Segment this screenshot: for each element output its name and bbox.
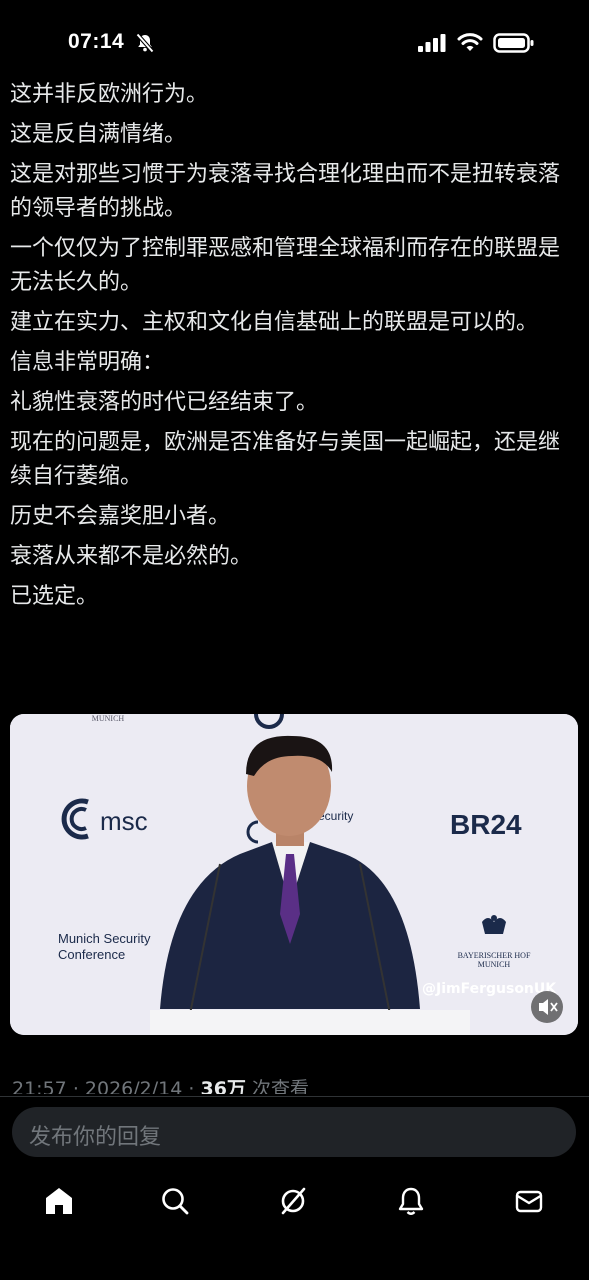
post-paragraph: 一个仅仅为了控制罪恶感和管理全球福利而存在的联盟是无法长久的。 bbox=[10, 236, 561, 295]
msc-logo-text: msc bbox=[100, 806, 148, 836]
post-paragraph: 这是反自满情绪。 bbox=[10, 122, 187, 147]
conference-label-2: Conference bbox=[58, 947, 125, 962]
post-paragraph: 已选定。 bbox=[10, 584, 99, 609]
battery-icon bbox=[493, 33, 534, 53]
speaker-muted-icon[interactable] bbox=[531, 991, 563, 1023]
conference-label-1: Munich Security bbox=[58, 931, 151, 946]
hotel-label-2: MUNICH bbox=[478, 960, 511, 969]
reply-input[interactable]: 发布你的回复 bbox=[12, 1107, 576, 1157]
grok-icon[interactable] bbox=[276, 1184, 310, 1218]
post-paragraph: 礼貌性衰落的时代已经结束了。 bbox=[10, 390, 319, 415]
post-paragraph: 建立在实力、主权和文化自信基础上的联盟是可以的。 bbox=[10, 310, 539, 335]
post-paragraph: 衰落从来都不是必然的。 bbox=[10, 544, 253, 569]
post-paragraph: 这并非反欧洲行为。 bbox=[10, 82, 209, 107]
video-player[interactable]: MUNICH msc Munich Security Conference BR… bbox=[10, 714, 578, 1035]
reply-placeholder: 发布你的回复 bbox=[29, 1125, 162, 1150]
post-paragraph: 历史不会嘉奖胆小者。 bbox=[10, 504, 231, 529]
post-time: 21:57 bbox=[12, 1078, 67, 1094]
notifications-bell-icon[interactable] bbox=[394, 1184, 428, 1218]
video-frame: MUNICH msc Munich Security Conference BR… bbox=[10, 714, 578, 1035]
status-bar: 07:14 bbox=[0, 0, 589, 84]
wifi-icon bbox=[457, 33, 483, 51]
post-paragraph: 这是对那些习惯于为衰落寻找合理化理由而不是扭转衰落的领导者的挑战。 bbox=[10, 162, 561, 221]
post-body: 这并非反欧洲行为。 这是反自满情绪。 这是对那些习惯于为衰落寻找合理化理由而不是… bbox=[10, 78, 580, 620]
status-time: 07:14 bbox=[68, 30, 125, 53]
post-metadata: 21:57 · 2026/2/14 · 36万 次查看 bbox=[12, 1074, 309, 1094]
video-top-label: MUNICH bbox=[92, 714, 125, 723]
br24-logo: BR24 bbox=[450, 809, 522, 840]
home-icon[interactable] bbox=[42, 1184, 76, 1218]
messages-mail-icon[interactable] bbox=[512, 1184, 546, 1218]
views-label: 次查看 bbox=[251, 1078, 309, 1094]
hotel-label-1: BAYERISCHER HOF bbox=[458, 951, 531, 960]
post-date: 2026/2/14 bbox=[84, 1078, 183, 1094]
bell-slash-icon bbox=[136, 33, 154, 53]
search-icon[interactable] bbox=[158, 1184, 192, 1218]
bottom-tab-bar bbox=[0, 1170, 589, 1230]
views-count: 36万 bbox=[200, 1078, 246, 1094]
post-paragraph: 现在的问题是，欧洲是否准备好与美国一起崛起，还是继续自行萎缩。 bbox=[10, 430, 561, 489]
post-paragraph: 信息非常明确： bbox=[10, 350, 165, 375]
cellular-signal-icon bbox=[418, 34, 446, 52]
divider bbox=[0, 1096, 589, 1097]
